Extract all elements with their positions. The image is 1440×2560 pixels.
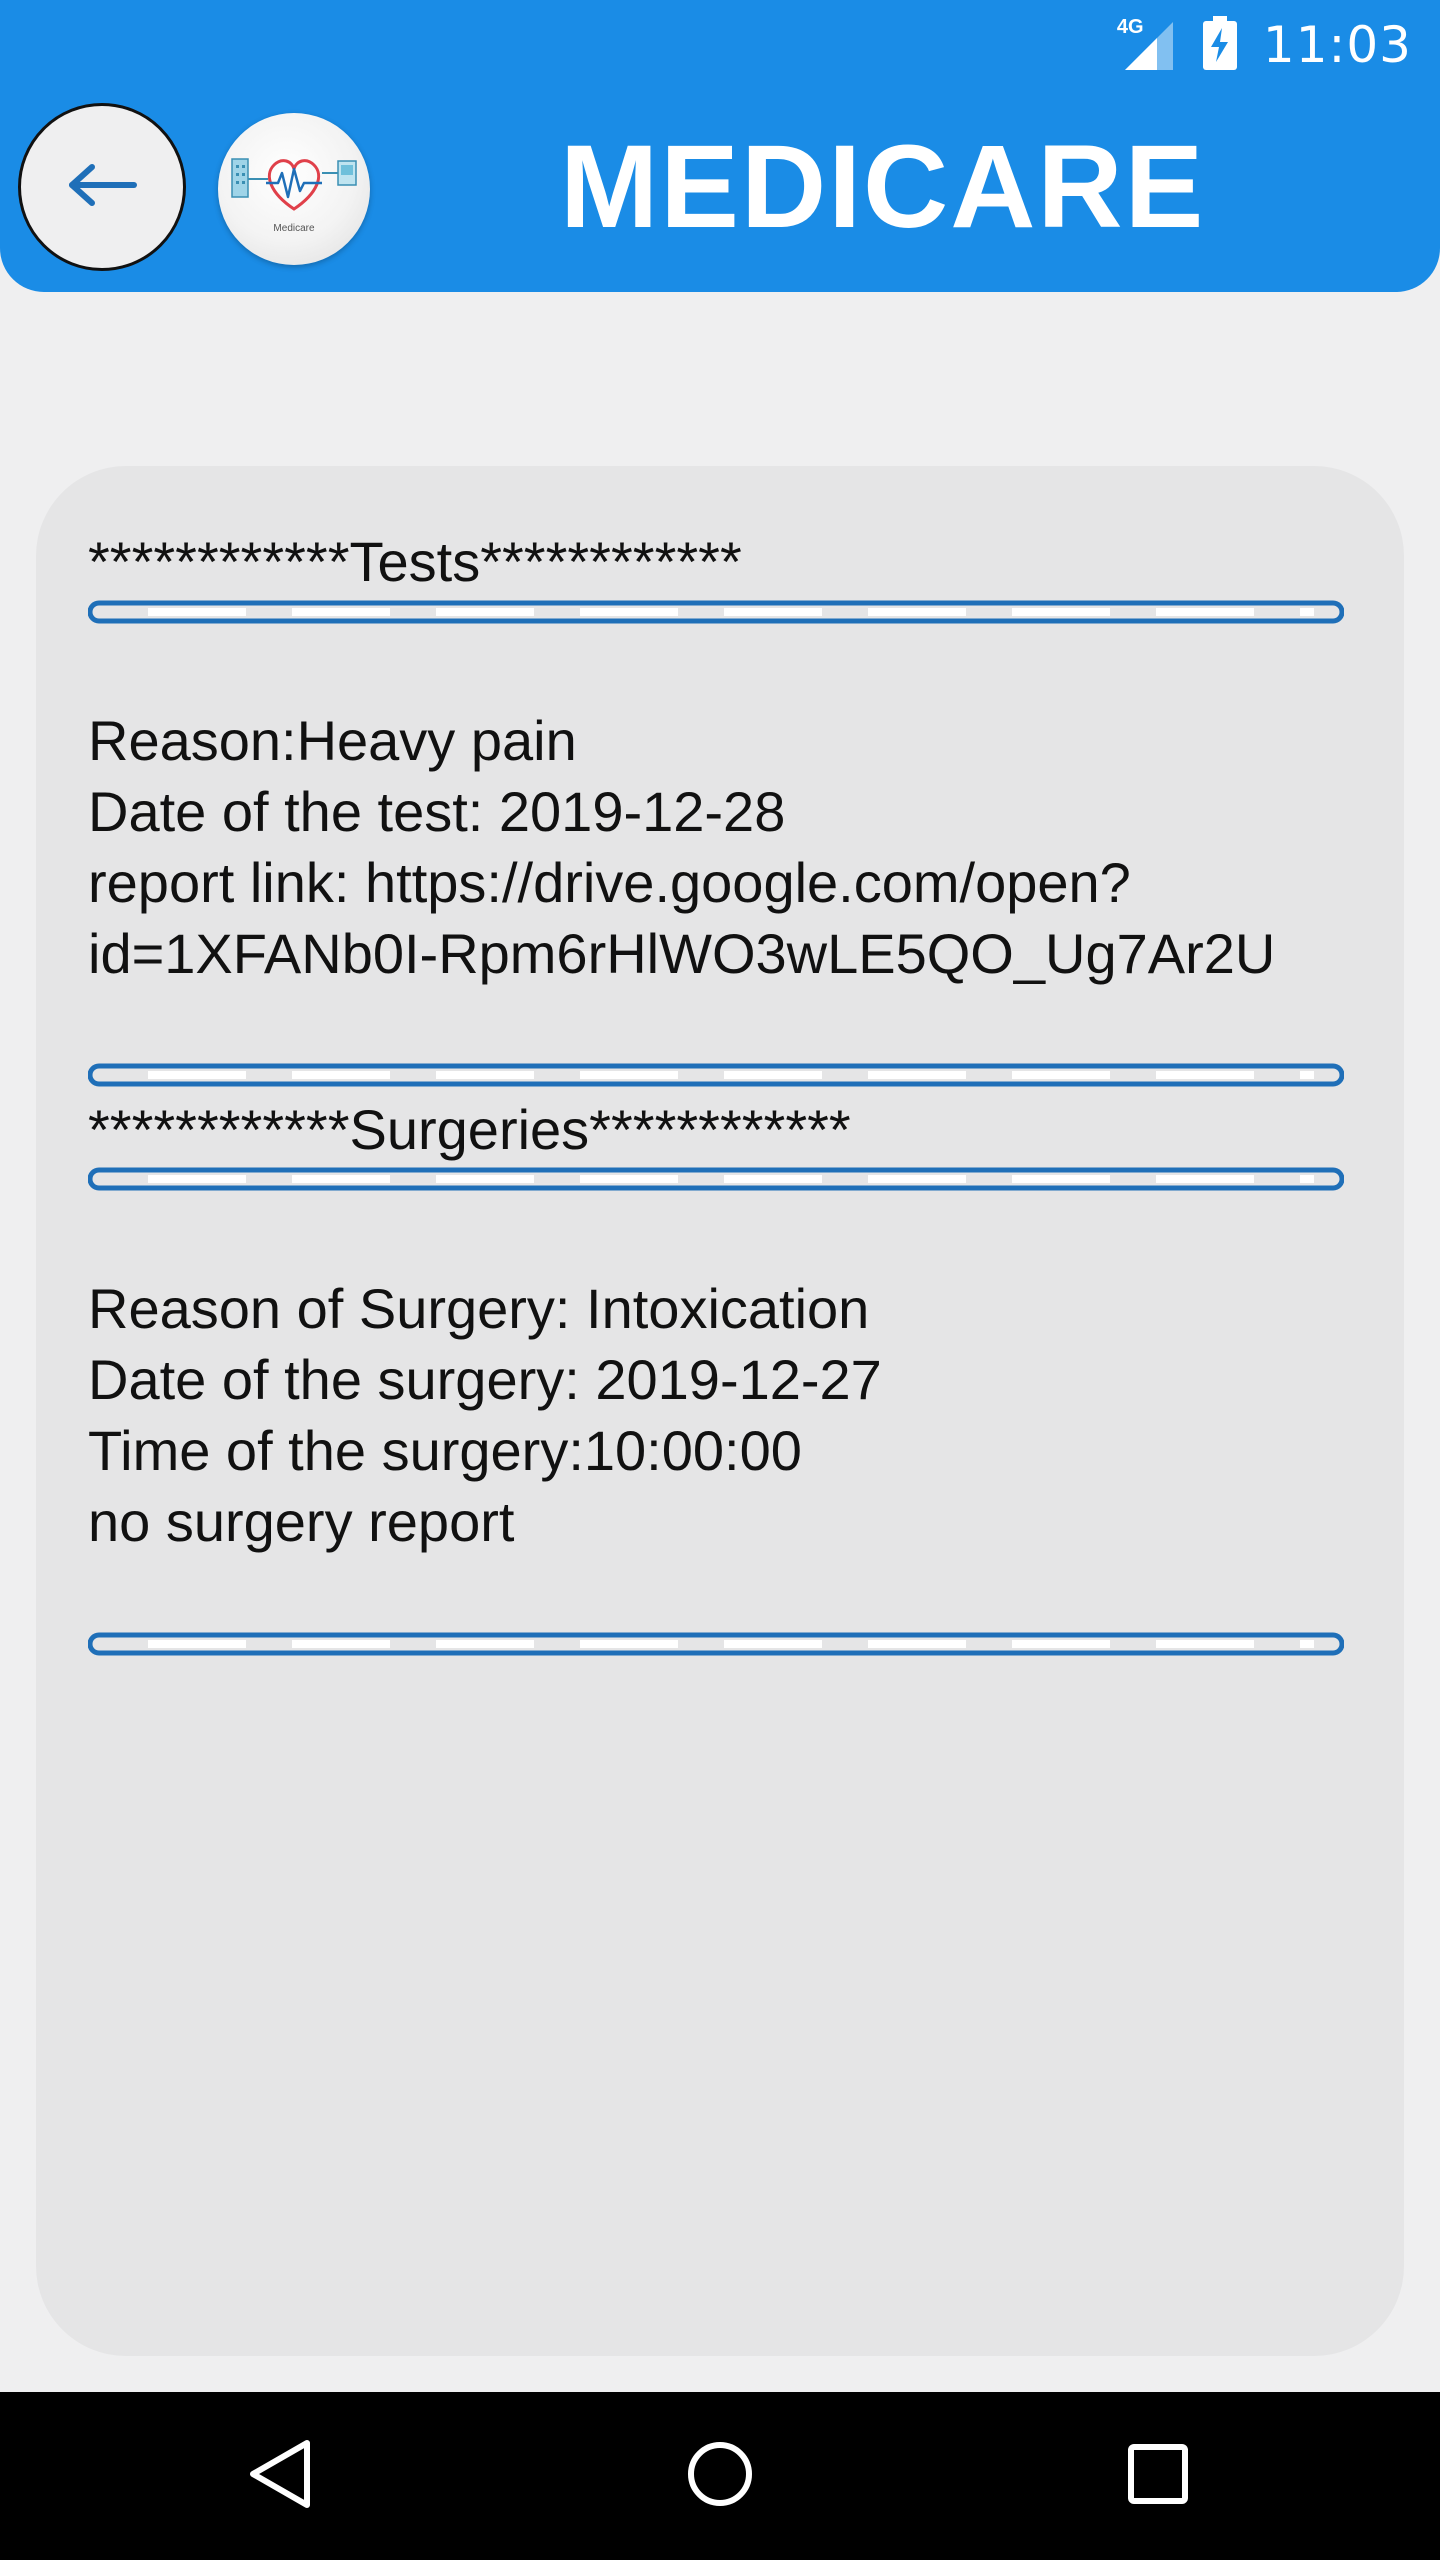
surgery-report: no surgery report (88, 1490, 515, 1553)
divider-line (88, 1632, 1344, 1656)
app-title: MEDICARE (560, 121, 1206, 253)
system-navigation-bar (0, 2392, 1440, 2560)
surgery-date: Date of the surgery: 2019-12-27 (88, 1348, 882, 1411)
battery-charging-icon (1202, 15, 1237, 75)
status-time: 11:03 (1262, 16, 1412, 74)
app-bar: 4G 11:03 Medicare MEDICARE (0, 0, 1440, 292)
arrow-left-icon (66, 163, 138, 212)
divider-line (88, 1063, 1344, 1087)
square-recents-icon (1125, 2441, 1191, 2512)
divider-line (88, 1167, 1344, 1191)
status-bar: 4G 11:03 (1117, 10, 1412, 80)
surgery-time: Time of the surgery:10:00:00 (88, 1419, 802, 1482)
test-reason: Reason:Heavy pain (88, 709, 577, 772)
circle-home-icon (684, 2438, 756, 2515)
screen: 4G 11:03 Medicare MEDICARE ************T… (0, 0, 1440, 2560)
network-signal-icon: 4G (1117, 16, 1177, 72)
logo-caption: Medicare (273, 223, 315, 234)
test-report-link[interactable]: report link: https://drive.google.com/op… (88, 847, 1131, 918)
medicare-logo: Medicare (218, 113, 370, 265)
surgery-reason: Reason of Surgery: Intoxication (88, 1277, 870, 1340)
nav-recents-button[interactable] (1108, 2426, 1208, 2526)
test-report-link-id[interactable]: id=1XFANb0I-Rpm6rHlWO3wLE5QO_Ug7Ar2U (88, 918, 1275, 989)
divider-line (88, 600, 1344, 624)
tests-heading: ************Tests************ (88, 530, 742, 593)
nav-home-button[interactable] (670, 2426, 770, 2526)
back-button[interactable] (18, 103, 186, 271)
surgeries-heading: ************Surgeries************ (88, 1098, 851, 1161)
triangle-back-icon (245, 2437, 315, 2516)
test-date: Date of the test: 2019-12-28 (88, 780, 786, 843)
nav-back-button[interactable] (230, 2426, 330, 2526)
